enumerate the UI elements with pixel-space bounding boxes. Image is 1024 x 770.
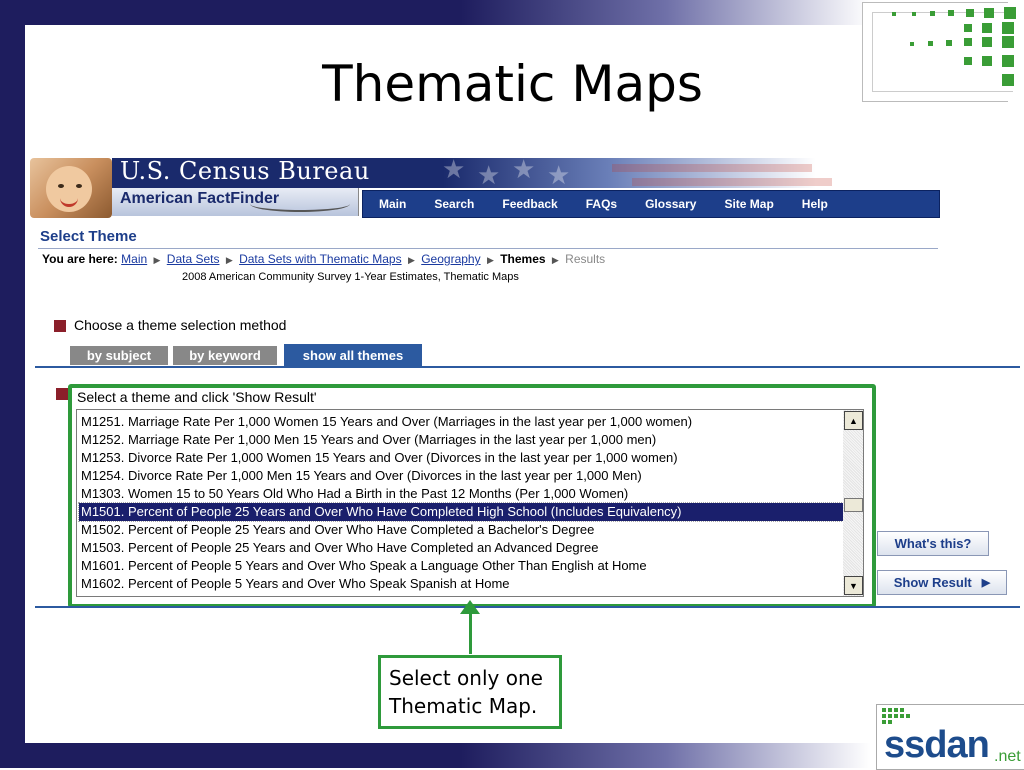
divider bbox=[38, 248, 938, 249]
callout-box: Select only one Thematic Map. bbox=[378, 655, 562, 729]
ssdan-corner-logo bbox=[862, 2, 1022, 102]
bullet-icon bbox=[54, 320, 66, 332]
nav-feedback[interactable]: Feedback bbox=[502, 197, 557, 211]
header-photo bbox=[30, 158, 112, 218]
slide-left-bar bbox=[0, 0, 25, 768]
breadcrumb-main[interactable]: Main bbox=[121, 252, 147, 266]
breadcrumb-prefix: You are here: bbox=[42, 252, 118, 266]
tab-underline bbox=[35, 366, 1020, 368]
breadcrumb-arrow-icon: ▶ bbox=[153, 255, 161, 265]
slide-title: Thematic Maps bbox=[322, 55, 703, 113]
magnifier-icon bbox=[250, 196, 350, 212]
arrow-up-icon bbox=[460, 600, 480, 614]
show-result-label: Show Result bbox=[893, 575, 972, 590]
breadcrumb-data-sets[interactable]: Data Sets bbox=[167, 252, 220, 266]
breadcrumb-arrow-icon: ▶ bbox=[407, 255, 415, 265]
nav-glossary[interactable]: Glossary bbox=[645, 197, 696, 211]
census-bureau-title: U.S. Census Bureau bbox=[120, 157, 370, 185]
ssdan-wordmark: ssdan bbox=[884, 724, 990, 766]
ssdan-net: .net bbox=[994, 748, 1021, 765]
play-arrow-icon: ▶ bbox=[981, 577, 991, 589]
bottom-divider bbox=[35, 606, 1020, 608]
callout-line-2: Thematic Map. bbox=[389, 694, 538, 718]
breadcrumb-arrow-icon: ▶ bbox=[225, 255, 233, 265]
breadcrumb-current: Themes bbox=[500, 252, 546, 266]
nav-site-map[interactable]: Site Map bbox=[724, 197, 773, 211]
whats-this-button[interactable]: What's this? bbox=[877, 531, 989, 556]
breadcrumb-arrow-icon: ▶ bbox=[486, 255, 494, 265]
breadcrumb-next: Results bbox=[565, 252, 606, 266]
callout-line-1: Select only one bbox=[389, 666, 543, 690]
nav-help[interactable]: Help bbox=[802, 197, 828, 211]
ssdan-logo: ssdan .net bbox=[876, 704, 1024, 770]
page-heading: Select Theme bbox=[40, 228, 137, 245]
breadcrumb-thematic-maps[interactable]: Data Sets with Thematic Maps bbox=[239, 252, 402, 266]
tab-by-keyword[interactable]: by keyword bbox=[173, 346, 277, 365]
breadcrumb-arrow-icon: ▶ bbox=[551, 255, 559, 265]
choose-method-label: Choose a theme selection method bbox=[74, 317, 287, 333]
dataset-subtitle: 2008 American Community Survey 1-Year Es… bbox=[182, 271, 519, 283]
highlight-box bbox=[68, 384, 876, 608]
tab-show-all-themes[interactable]: show all themes bbox=[284, 344, 422, 366]
nav-search[interactable]: Search bbox=[434, 197, 474, 211]
show-result-button[interactable]: Show Result ▶ bbox=[877, 570, 1007, 595]
nav-main[interactable]: Main bbox=[379, 197, 406, 211]
bullet-icon bbox=[56, 388, 68, 400]
breadcrumb: You are here: Main ▶ Data Sets ▶ Data Se… bbox=[42, 252, 605, 266]
tab-by-subject[interactable]: by subject bbox=[70, 346, 168, 365]
breadcrumb-geography[interactable]: Geography bbox=[421, 252, 480, 266]
slide-bottom-bar bbox=[0, 743, 1024, 768]
nav-faqs[interactable]: FAQs bbox=[586, 197, 617, 211]
main-nav: Main Search Feedback FAQs Glossary Site … bbox=[362, 190, 940, 218]
